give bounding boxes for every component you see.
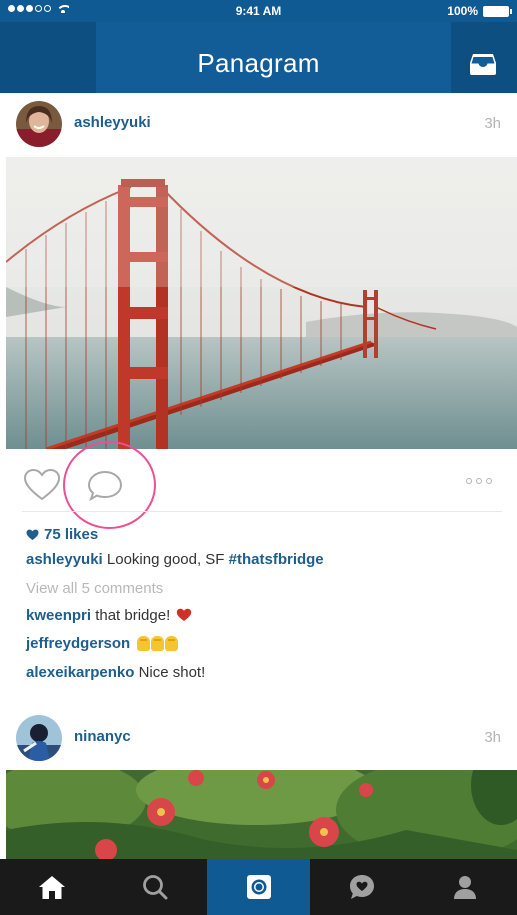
battery-percent: 100% [447,4,478,18]
comment-bubble-icon[interactable] [86,469,124,502]
comment-username[interactable]: jeffreydgerson [26,635,130,652]
activity-icon [349,875,374,899]
camera-icon [246,875,271,899]
comment-row: alexeikarpenko Nice shot! [26,664,205,681]
tab-camera[interactable] [206,859,311,915]
comment-text: Nice shot! [134,664,206,681]
post-caption: ashleyyuki Looking good, SF #thatsfbridg… [26,551,324,568]
tab-profile[interactable] [414,859,517,915]
tab-search[interactable] [103,859,206,915]
post-username[interactable]: ninanyc [74,728,131,745]
small-heart-icon [26,529,39,540]
divider [22,511,502,512]
tab-activity[interactable] [310,859,413,915]
tab-home[interactable] [0,859,103,915]
post-photo[interactable] [6,157,517,449]
status-bar: 9:41 AM 100% [0,0,517,22]
likes-count[interactable]: 75 likes [26,526,98,543]
caption-hashtag[interactable]: #thatsfbridge [229,551,324,568]
post-username[interactable]: ashleyyuki [74,114,151,131]
avatar[interactable] [16,715,62,761]
battery-icon [483,5,512,17]
comment-row: kweenpri that bridge! [26,607,192,624]
red-heart-emoji-icon [177,608,192,621]
profile-icon [454,876,477,899]
post-timestamp: 3h [484,115,501,132]
post-actions [0,450,517,512]
caption-username[interactable]: ashleyyuki [26,551,103,568]
phone-screen: 9:41 AM 100% Panagram ashleyyuki 3h 75 l… [0,0,517,915]
comment-username[interactable]: kweenpri [26,607,91,624]
home-icon [38,876,65,899]
comment-text: that bridge! [91,607,171,624]
inbox-icon[interactable] [469,52,497,76]
tab-bar [0,859,517,915]
post-header: ashleyyuki 3h [0,93,517,157]
comment-row: jeffreydgerson [26,635,179,652]
status-time: 9:41 AM [235,4,282,18]
more-options-icon[interactable] [466,478,492,484]
like-heart-icon[interactable] [22,468,62,502]
raising-hands-emoji-icon [137,636,179,651]
comment-username[interactable]: alexeikarpenko [26,664,134,681]
view-all-comments-link[interactable]: View all 5 comments [26,580,163,597]
app-title: Panagram [197,48,320,78]
nav-bar: Panagram [0,22,517,93]
caption-text: Looking good, SF [102,551,229,568]
post-timestamp: 3h [484,729,501,746]
avatar[interactable] [16,101,62,147]
search-icon [143,875,168,900]
post-header: ninanyc 3h [0,707,517,771]
post-photo[interactable] [6,770,517,860]
